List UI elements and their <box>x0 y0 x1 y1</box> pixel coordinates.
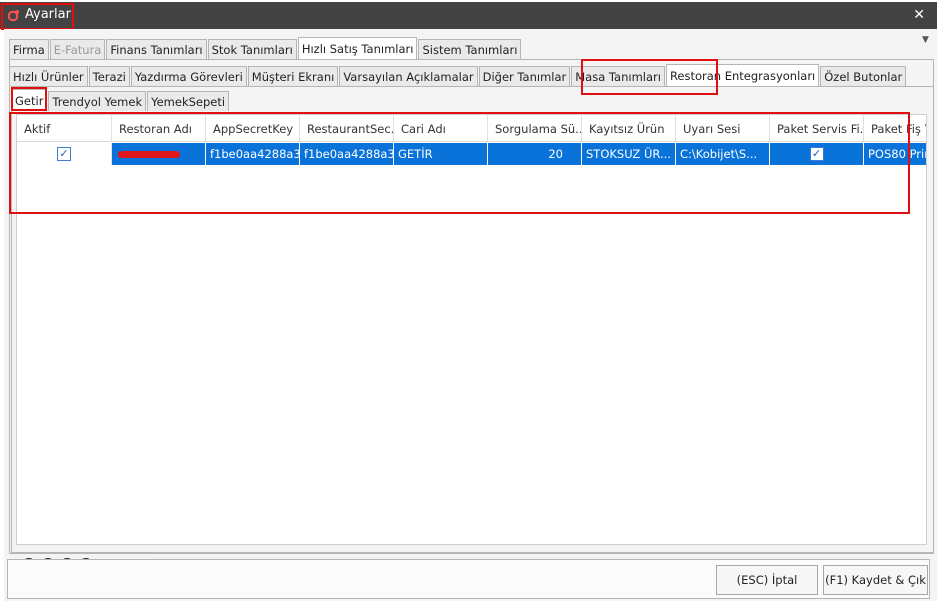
tab-yazdirma-gorevleri[interactable]: Yazdırma Görevleri <box>130 66 247 86</box>
column-header-restaurant-secret[interactable]: RestaurantSec... <box>300 115 394 142</box>
integration-grid: Aktif Restoran Adı AppSecretKey Restaura… <box>16 114 927 545</box>
tab-getir[interactable]: Getir <box>11 89 48 111</box>
cancel-button[interactable]: (ESC) İptal <box>716 565 818 595</box>
tab-varsayilan-aciklamalar[interactable]: Varsayılan Açıklamalar <box>339 66 478 86</box>
cell-uyari-sesi[interactable]: C:\Kobijet\S... <box>676 143 770 165</box>
tab-terazi[interactable]: Terazi <box>88 66 130 86</box>
cell-restoran-adi[interactable] <box>112 143 206 165</box>
column-header-aktif[interactable]: Aktif <box>17 115 112 142</box>
tab-diger-tanimlar[interactable]: Diğer Tanımlar <box>478 66 571 86</box>
tab-finans-tanimlari[interactable]: Finans Tanımları <box>106 39 207 59</box>
tab-ozel-butonlar[interactable]: Özel Butonlar <box>820 66 907 86</box>
tabs-main: Firma E-Fatura Finans Tanımları Stok Tan… <box>9 37 522 59</box>
settings-dialog: Firma E-Fatura Finans Tanımları Stok Tan… <box>4 29 937 601</box>
paket-servis-checkbox[interactable]: ✓ <box>809 147 824 161</box>
cell-restaurant-secret[interactable]: f1be0aa4288a3... <box>300 143 394 165</box>
dialog-footer: (ESC) İptal (F1) Kaydet & Çık <box>7 559 930 599</box>
tab-hizli-satis-tanimlari[interactable]: Hızlı Satış Tanımları <box>297 37 418 59</box>
tab-hizli-urunler[interactable]: Hızlı Ürünler <box>9 66 88 86</box>
cell-kayitsiz-urun[interactable]: STOKSUZ ÜR... <box>582 143 676 165</box>
window-title: Ayarlar <box>25 7 71 22</box>
tab-masa-tanimlari[interactable]: Masa Tanımları <box>571 66 665 86</box>
tab-yemeksepeti[interactable]: YemekSepeti <box>147 91 230 111</box>
column-header-uyari-sesi[interactable]: Uyarı Sesi <box>676 115 770 142</box>
window-titlebar: Ayarlar ✕ <box>0 2 937 29</box>
column-header-restoran-adi[interactable]: Restoran Adı <box>112 115 206 142</box>
column-header-cari-adi[interactable]: Cari Adı <box>394 115 488 142</box>
grid-header: Aktif Restoran Adı AppSecretKey Restaura… <box>17 115 926 142</box>
column-header-paket-fis[interactable]: Paket Fiş Ya... <box>864 115 926 142</box>
cell-sorgulama-suresi[interactable]: 20 <box>488 143 582 165</box>
aktif-checkbox[interactable]: ✓ <box>57 147 71 161</box>
tab-stok-tanimlari[interactable]: Stok Tanımları <box>207 39 297 59</box>
tab-musteri-ekrani[interactable]: Müşteri Ekranı <box>247 66 339 86</box>
cell-cari-adi[interactable]: GETİR <box>394 143 488 165</box>
tab-sistem-tanimlari[interactable]: Sistem Tanımları <box>418 39 522 59</box>
tab-e-fatura[interactable]: E-Fatura <box>49 39 106 59</box>
column-header-app-secret-key[interactable]: AppSecretKey <box>206 115 300 142</box>
cell-aktif[interactable]: ✓ <box>17 143 112 165</box>
column-header-sorgulama-suresi[interactable]: Sorgulama Sü... <box>488 115 582 142</box>
column-header-paket-servis[interactable]: Paket Servis Fi... <box>770 115 864 142</box>
tab-restoran-entegrasyonlari[interactable]: Restoran Entegrasyonları <box>665 64 820 86</box>
cell-paket-servis[interactable]: ✓ <box>770 143 864 165</box>
tab-trendyol-yemek[interactable]: Trendyol Yemek <box>48 91 147 111</box>
tabs-restoran: Getir Trendyol Yemek YemekSepeti <box>11 89 230 111</box>
save-and-exit-button[interactable]: (F1) Kaydet & Çık <box>823 565 928 595</box>
tabs-hizli-satis: Hızlı Ürünler Terazi Yazdırma Görevleri … <box>9 64 907 86</box>
redacted-mark <box>118 150 180 158</box>
app-logo-icon <box>7 10 19 22</box>
close-icon[interactable]: ✕ <box>913 7 925 23</box>
table-row[interactable]: ✓ f1be0aa4288a3... f1be0aa4288a3... GETİ… <box>17 143 926 165</box>
chevron-down-icon[interactable]: ▼ <box>922 35 929 45</box>
cell-app-secret-key[interactable]: f1be0aa4288a3... <box>206 143 300 165</box>
column-header-kayitsiz-urun[interactable]: Kayıtsız Ürün <box>582 115 676 142</box>
cell-paket-fis[interactable]: POS80 Printe... <box>864 143 926 165</box>
tab-firma[interactable]: Firma <box>9 39 49 59</box>
